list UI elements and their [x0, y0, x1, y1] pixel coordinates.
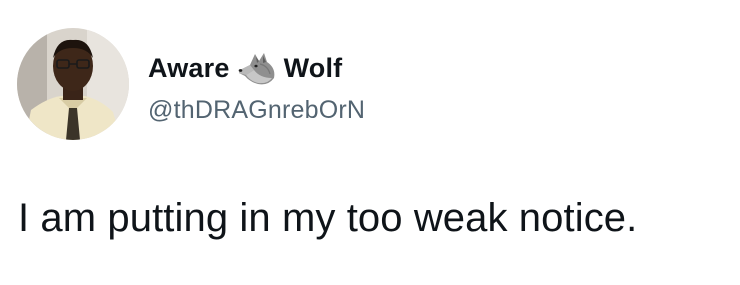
tweet-card: Aware Wolf @thDRAGnrebOrN I am putting i… — [0, 0, 740, 285]
author-name[interactable]: Aware Wolf — [148, 48, 342, 88]
author-name-last[interactable]: Wolf — [284, 53, 343, 84]
wolf-icon — [236, 48, 280, 88]
tweet-text: I am putting in my too weak notice. — [18, 196, 638, 240]
author-handle[interactable]: @thDRAGnrebOrN — [148, 96, 365, 125]
profile-photo — [17, 28, 129, 140]
author-name-first[interactable]: Aware — [148, 53, 230, 84]
avatar[interactable] — [17, 28, 129, 140]
